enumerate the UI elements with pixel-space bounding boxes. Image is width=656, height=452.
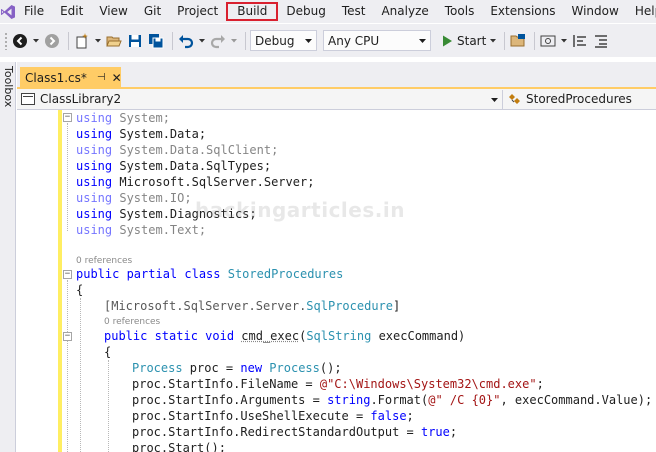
code-body-line-3: proc.StartInfo.Arguments = string.Format… [132, 392, 652, 408]
solution-platform-value: Any CPU [328, 34, 379, 48]
outline-guide [67, 123, 68, 231]
solution-configuration-select[interactable]: Debug [250, 30, 317, 51]
method-brace-open: { [104, 344, 111, 360]
toolbar-separator [172, 32, 173, 50]
code-body-line-5: proc.StartInfo.RedirectStandardOutput = … [132, 424, 457, 440]
collapse-method-toggle[interactable]: − [63, 332, 72, 341]
start-dropdown-icon[interactable] [489, 32, 497, 50]
menu-bar: File Edit View Git Project Build Debug T… [0, 0, 656, 23]
toolbox-panel-tab[interactable]: Toolbox [0, 62, 16, 452]
redo-dropdown-icon[interactable] [230, 32, 238, 50]
method-declaration: public static void cmd_exec(SqlString ex… [104, 328, 465, 344]
menu-git[interactable]: Git [136, 2, 169, 21]
back-dropdown-icon[interactable] [32, 32, 40, 50]
toolbar-grip[interactable] [4, 32, 8, 50]
menu-help[interactable]: Help [627, 2, 656, 21]
new-item-icon[interactable] [73, 32, 91, 50]
forward-icon[interactable] [43, 32, 61, 50]
chevron-down-icon [419, 39, 426, 43]
menu-extensions[interactable]: Extensions [482, 2, 563, 21]
type-select-value: StoredProcedures [526, 92, 632, 106]
tab-class1-cs[interactable]: Class1.cs* ⊣ ✕ [20, 67, 121, 88]
chevron-down-icon [491, 98, 498, 102]
csharp-project-icon [21, 93, 35, 105]
collapse-usings-toggle[interactable]: − [63, 113, 72, 122]
toolbar-separator [68, 32, 69, 50]
screenshot-icon[interactable] [539, 32, 557, 50]
type-select[interactable]: StoredProcedures [503, 90, 653, 109]
menu-view[interactable]: View [91, 2, 135, 21]
menu-window[interactable]: Window [564, 2, 627, 21]
chevron-down-icon [305, 39, 312, 43]
indent-guide [80, 298, 81, 452]
outline-guide [67, 280, 68, 452]
align-icon[interactable] [571, 32, 589, 50]
project-select-value: ClassLibrary2 [40, 92, 121, 106]
solution-configuration-value: Debug [255, 34, 294, 48]
change-tracking-margin [58, 110, 62, 452]
toolbar-separator [504, 32, 505, 50]
navigation-bar: ClassLibrary2 StoredProcedures [17, 89, 656, 110]
menu-project[interactable]: Project [169, 2, 226, 21]
collapse-class-toggle[interactable]: − [63, 270, 72, 279]
code-line-1: using System; [76, 110, 170, 126]
code-line-6: using System.IO; [76, 190, 192, 206]
new-item-dropdown-icon[interactable] [94, 32, 102, 50]
code-body-line-6: proc.Start(); [132, 440, 226, 452]
menu-file[interactable]: File [16, 2, 52, 21]
class-brace-open: { [76, 282, 83, 298]
standard-toolbar: Debug Any CPU Start [0, 24, 656, 57]
code-line-2: using System.Data; [76, 126, 206, 142]
class-declaration: public partial class StoredProcedures [76, 266, 343, 282]
menu-analyze[interactable]: Analyze [373, 2, 436, 21]
toolbar-separator [245, 32, 246, 50]
indent-icon[interactable] [592, 32, 610, 50]
code-line-5: using Microsoft.SqlServer.Server; [76, 174, 314, 190]
start-icon [440, 34, 454, 48]
code-body-line-2: proc.StartInfo.FileName = @"C:\Windows\S… [132, 376, 544, 392]
menu-tools[interactable]: Tools [437, 2, 483, 21]
solution-platform-select[interactable]: Any CPU [323, 30, 431, 51]
toolbar-separator [534, 32, 535, 50]
code-line-8: using System.Text; [76, 222, 206, 238]
code-editor[interactable]: − using System; using System.Data; using… [17, 110, 656, 452]
code-body-line-4: proc.StartInfo.UseShellExecute = false; [132, 408, 414, 424]
indent-guide [108, 360, 109, 452]
back-icon[interactable] [11, 32, 29, 50]
code-line-3: using System.Data.SqlClient; [76, 142, 278, 158]
menu-edit[interactable]: Edit [52, 2, 91, 21]
document-tab-strip: Class1.cs* ⊣ ✕ [17, 62, 656, 88]
close-icon[interactable]: ✕ [112, 71, 122, 85]
undo-icon[interactable] [177, 32, 195, 50]
attribute-line: [Microsoft.SqlServer.Server.SqlProcedure… [104, 298, 400, 314]
menu-test[interactable]: Test [334, 2, 374, 21]
open-icon[interactable] [105, 32, 123, 50]
vs-logo-icon[interactable] [0, 0, 16, 23]
start-button-label: Start [457, 34, 486, 48]
screenshot-dropdown-icon[interactable] [560, 32, 568, 50]
codelens-references[interactable]: 0 references [104, 316, 160, 328]
menu-debug[interactable]: Debug [278, 2, 333, 21]
class-icon [508, 92, 522, 106]
code-line-4: using System.Data.SqlTypes; [76, 158, 271, 174]
project-select[interactable]: ClassLibrary2 [17, 90, 502, 109]
code-body-line-1: Process proc = new Process(); [132, 360, 342, 376]
redo-icon[interactable] [209, 32, 227, 50]
save-all-icon[interactable] [147, 32, 165, 50]
tab-title: Class1.cs* [25, 71, 87, 85]
menu-build[interactable]: Build [226, 2, 278, 21]
save-icon[interactable] [126, 32, 144, 50]
find-icon[interactable] [509, 32, 527, 50]
watermark: hackingarticles.in [195, 198, 405, 222]
undo-dropdown-icon[interactable] [198, 32, 206, 50]
start-button[interactable]: Start [437, 30, 489, 51]
toolbox-label: Toolbox [2, 66, 15, 107]
pin-icon[interactable]: ⊣ [97, 72, 106, 83]
